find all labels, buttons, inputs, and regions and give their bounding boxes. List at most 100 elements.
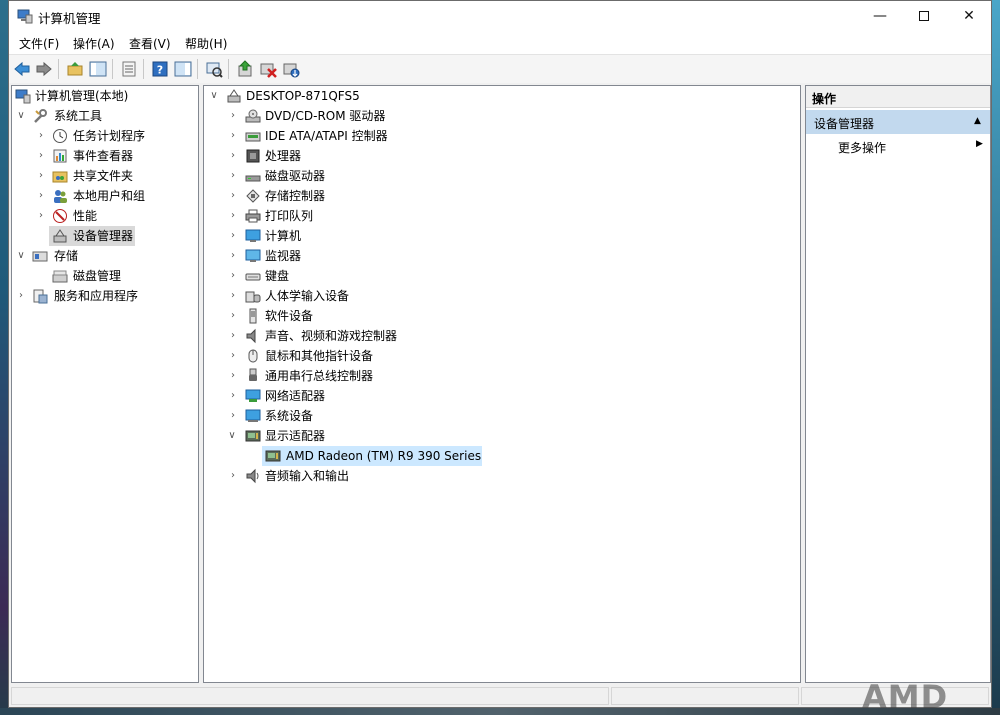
submenu-arrow-icon: ▶ [976, 139, 983, 149]
chevron-right-icon[interactable]: › [35, 209, 47, 223]
maximize-button[interactable] [901, 1, 947, 31]
menu-action[interactable]: 操作(A) [73, 35, 115, 52]
chevron-right-icon[interactable]: › [35, 189, 47, 203]
device-category-row[interactable]: ∨ 显示适配器 [204, 426, 800, 446]
chevron-down-icon[interactable]: ∨ [226, 429, 238, 443]
more-actions-label: 更多操作 [838, 141, 887, 155]
chevron-right-icon[interactable]: › [227, 409, 239, 423]
tree-item-label: 共享文件夹 [73, 169, 134, 183]
device-category-row[interactable]: › DVD/CD-ROM 驱动器 [204, 106, 800, 126]
scan-hardware-icon[interactable] [205, 60, 223, 78]
chevron-right-icon[interactable]: › [227, 169, 239, 183]
device-category-label: 计算机 [265, 229, 302, 243]
chevron-down-icon[interactable]: ∨ [208, 89, 220, 103]
chevron-right-icon[interactable]: › [227, 329, 239, 343]
storage-controller-icon [246, 189, 260, 203]
tree-disk-management[interactable]: 磁盘管理 [12, 266, 198, 286]
minimize-button[interactable]: — [857, 1, 903, 31]
actions-section-device-manager[interactable]: 设备管理器 ▲ [806, 110, 990, 134]
device-category-row[interactable]: › 人体学输入设备 [204, 286, 800, 306]
device-category-row[interactable]: › 磁盘驱动器 [204, 166, 800, 186]
up-folder-icon[interactable] [66, 60, 84, 78]
device-category-row[interactable]: › 处理器 [204, 146, 800, 166]
uninstall-device-icon[interactable] [259, 60, 277, 78]
chevron-right-icon[interactable]: › [227, 209, 239, 223]
device-tree-computer[interactable]: ∨ DESKTOP-871QFS5 [204, 86, 800, 106]
device-category-row[interactable]: › 存储控制器 [204, 186, 800, 206]
device-category-row[interactable]: › 计算机 [204, 226, 800, 246]
chevron-right-icon[interactable]: › [227, 309, 239, 323]
chevron-right-icon[interactable]: › [227, 229, 239, 243]
tree-storage[interactable]: ∨ 存储 [12, 246, 198, 266]
show-hide-console-tree-icon[interactable] [89, 60, 107, 78]
hid-icon [245, 291, 261, 303]
menu-file[interactable]: 文件(F) [19, 35, 59, 52]
device-category-row[interactable]: › 鼠标和其他指针设备 [204, 346, 800, 366]
tree-performance[interactable]: › 性能 [12, 206, 198, 226]
tree-item-label: 性能 [73, 209, 98, 223]
chevron-right-icon[interactable]: › [227, 109, 239, 123]
device-category-row[interactable]: › 网络适配器 [204, 386, 800, 406]
chevron-down-icon[interactable]: ∨ [15, 249, 27, 263]
device-category-row[interactable]: › 键盘 [204, 266, 800, 286]
device-tree-pane: ∨ DESKTOP-871QFS5 › DVD/CD-ROM 驱动器 › IDE… [203, 85, 801, 683]
chevron-right-icon[interactable]: › [227, 249, 239, 263]
tree-event-viewer[interactable]: › 事件查看器 [12, 146, 198, 166]
show-action-pane-icon[interactable] [174, 60, 192, 78]
more-actions-item[interactable]: 更多操作 ▶ [806, 136, 990, 156]
chevron-right-icon[interactable]: › [227, 469, 239, 483]
device-category-row[interactable]: › 监视器 [204, 246, 800, 266]
tree-task-scheduler[interactable]: › 任务计划程序 [12, 126, 198, 146]
device-category-label: 系统设备 [265, 409, 314, 423]
actions-title: 操作 [812, 92, 837, 106]
device-category-label: 监视器 [265, 249, 302, 263]
tree-local-users-groups[interactable]: › 本地用户和组 [12, 186, 198, 206]
chevron-right-icon[interactable]: › [227, 369, 239, 383]
device-category-row[interactable]: › IDE ATA/ATAPI 控制器 [204, 126, 800, 146]
chevron-right-icon[interactable]: › [227, 269, 239, 283]
chevron-right-icon[interactable]: › [227, 389, 239, 403]
storage-icon [32, 251, 48, 262]
tree-root[interactable]: 计算机管理(本地) [12, 86, 198, 106]
chevron-right-icon[interactable]: › [35, 169, 47, 183]
chevron-right-icon[interactable]: › [35, 129, 47, 143]
title-bar[interactable]: 计算机管理 — ✕ [9, 1, 991, 31]
device-category-row[interactable]: › 打印队列 [204, 206, 800, 226]
tree-system-tools[interactable]: ∨ 系统工具 [12, 106, 198, 126]
chevron-right-icon[interactable]: › [227, 129, 239, 143]
tree-device-manager[interactable]: 设备管理器 [49, 226, 135, 246]
device-category-row[interactable]: › 通用串行总线控制器 [204, 366, 800, 386]
menu-help[interactable]: 帮助(H) [185, 35, 227, 52]
toolbar-separator [112, 59, 113, 79]
chevron-right-icon[interactable]: › [227, 189, 239, 203]
tree-services-applications[interactable]: › 服务和应用程序 [12, 286, 198, 306]
update-driver-icon[interactable] [236, 60, 254, 78]
chevron-right-icon[interactable]: › [227, 349, 239, 363]
device-category-row[interactable]: › 音频输入和输出 [204, 466, 800, 486]
chevron-right-icon[interactable]: › [227, 149, 239, 163]
properties-icon[interactable] [120, 60, 138, 78]
back-arrow-icon[interactable] [13, 60, 31, 78]
tools-icon [34, 109, 47, 123]
chevron-right-icon[interactable]: › [15, 289, 27, 303]
enable-device-icon[interactable] [282, 60, 300, 78]
chevron-right-icon[interactable]: › [227, 289, 239, 303]
menu-view[interactable]: 查看(V) [129, 35, 171, 52]
device-category-label: 软件设备 [265, 309, 314, 323]
device-category-row[interactable]: › 声音、视频和游戏控制器 [204, 326, 800, 346]
clock-icon [53, 129, 67, 143]
computer-management-icon [17, 9, 33, 24]
device-gpu-row[interactable]: AMD Radeon (TM) R9 390 Series [262, 446, 482, 466]
chevron-right-icon[interactable]: › [35, 149, 47, 163]
toolbar-separator [143, 59, 144, 79]
help-icon[interactable]: ? [151, 60, 169, 78]
printer-icon [245, 209, 261, 223]
close-button[interactable]: ✕ [946, 1, 991, 31]
tree-shared-folders[interactable]: › 共享文件夹 [12, 166, 198, 186]
chevron-down-icon[interactable]: ∨ [15, 109, 27, 123]
device-category-row[interactable]: › 软件设备 [204, 306, 800, 326]
status-cell-main [11, 687, 609, 705]
collapse-up-icon[interactable]: ▲ [974, 116, 981, 126]
forward-arrow-icon[interactable] [35, 60, 53, 78]
device-category-row[interactable]: › 系统设备 [204, 406, 800, 426]
